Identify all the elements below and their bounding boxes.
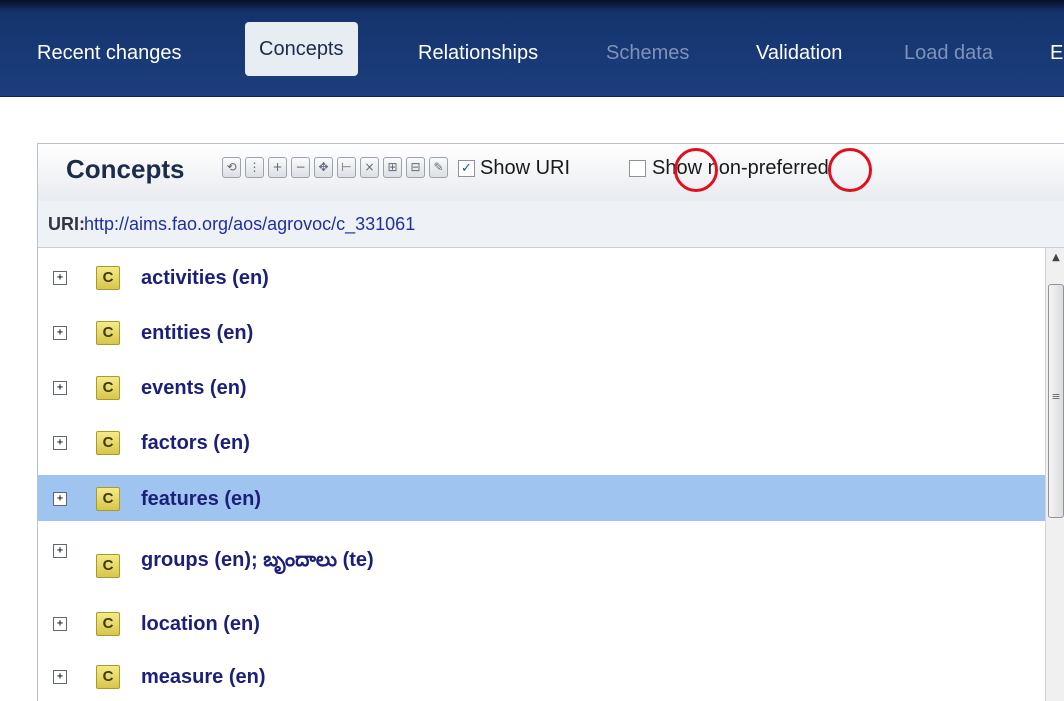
concept-badge-icon: C bbox=[96, 266, 120, 290]
expand-icon[interactable]: + bbox=[53, 326, 67, 340]
concept-badge-icon: C bbox=[96, 321, 120, 345]
tree-scrollbar[interactable]: ▲ ≡ bbox=[1045, 248, 1064, 701]
tree-row-events[interactable]: + C events (en) bbox=[38, 364, 1045, 410]
tree-row-features[interactable]: + C features (en) bbox=[38, 475, 1045, 521]
uri-bar: URI: http://aims.fao.org/aos/agrovoc/c_3… bbox=[38, 201, 1064, 248]
concept-badge-icon: C bbox=[96, 665, 120, 689]
tree-row-measure[interactable]: + C measure (en) bbox=[38, 653, 1045, 699]
tab-concepts[interactable]: Concepts bbox=[245, 22, 358, 76]
tab-recent-changes[interactable]: Recent changes bbox=[37, 30, 182, 76]
tree-row-label[interactable]: groups (en); బృందాలు (te) bbox=[141, 549, 374, 576]
uri-label: URI: bbox=[48, 214, 85, 234]
panel-title: Concepts bbox=[66, 154, 185, 184]
expand-icon[interactable]: + bbox=[53, 271, 67, 285]
expand-icon[interactable]: + bbox=[53, 670, 67, 684]
expand-icon[interactable]: + bbox=[53, 436, 67, 450]
move-icon[interactable]: ✥ bbox=[314, 157, 333, 178]
add-sibling-icon[interactable]: ⊞ bbox=[383, 157, 402, 178]
concept-badge-icon: C bbox=[96, 431, 120, 455]
annotation-circle-non-preferred bbox=[828, 148, 872, 192]
tab-export[interactable]: E bbox=[1050, 30, 1063, 76]
tree-row-label[interactable]: entities (en) bbox=[141, 322, 253, 345]
expand-icon[interactable]: + bbox=[53, 544, 67, 558]
expand-plus-icon[interactable]: + bbox=[268, 157, 287, 178]
rename-icon[interactable]: ✎ bbox=[429, 157, 448, 178]
concept-badge-icon: C bbox=[96, 554, 120, 578]
expand-icon[interactable]: + bbox=[53, 492, 67, 506]
scroll-up-arrow-icon[interactable]: ▲ bbox=[1046, 248, 1064, 268]
tree-row-label[interactable]: location (en) bbox=[141, 613, 260, 636]
tree-row-groups[interactable]: + C groups (en); బృందాలు (te) bbox=[38, 531, 1045, 591]
tree-row-label[interactable]: factors (en) bbox=[141, 432, 250, 455]
expand-icon[interactable]: + bbox=[53, 381, 67, 395]
collapse-minus-icon[interactable]: − bbox=[291, 157, 310, 178]
show-non-preferred-checkbox[interactable] bbox=[629, 160, 646, 177]
tab-relationships[interactable]: Relationships bbox=[418, 30, 538, 76]
tree-row-label[interactable]: activities (en) bbox=[141, 267, 269, 290]
delete-icon[interactable]: × bbox=[360, 157, 379, 178]
concept-badge-icon: C bbox=[96, 612, 120, 636]
refresh-icon[interactable]: ⟲ bbox=[222, 157, 241, 178]
expand-icon[interactable]: + bbox=[53, 617, 67, 631]
tree-row-label[interactable]: events (en) bbox=[141, 377, 247, 400]
show-uri-checkbox[interactable]: ✓ bbox=[458, 160, 475, 177]
concept-badge-icon: C bbox=[96, 487, 120, 511]
tree-row-label[interactable]: features (en) bbox=[141, 488, 261, 511]
add-child-icon[interactable]: ⊢ bbox=[337, 157, 356, 178]
tree-row-activities[interactable]: + C activities (en) bbox=[38, 254, 1045, 300]
remove-sibling-icon[interactable]: ⊟ bbox=[406, 157, 425, 178]
hierarchy-icon[interactable]: ⋮ bbox=[245, 157, 264, 178]
tree-row-factors[interactable]: + C factors (en) bbox=[38, 419, 1045, 465]
concepts-panel: Concepts ⟲ ⋮ + − ✥ ⊢ × ⊞ ⊟ ✎ ✓ Show URI … bbox=[37, 143, 1064, 701]
tab-validation[interactable]: Validation bbox=[756, 30, 842, 76]
concept-tree: + C activities (en) + C entities (en) + … bbox=[38, 248, 1045, 701]
tab-schemes: Schemes bbox=[606, 42, 690, 64]
tree-row-entities[interactable]: + C entities (en) bbox=[38, 309, 1045, 355]
tab-load-data: Load data bbox=[904, 42, 993, 64]
tree-row-location[interactable]: + C location (en) bbox=[38, 600, 1045, 646]
show-uri-label: Show URI bbox=[480, 157, 571, 179]
annotation-circle-uri bbox=[674, 148, 718, 192]
panel-header: Concepts ⟲ ⋮ + − ✥ ⊢ × ⊞ ⊟ ✎ ✓ Show URI … bbox=[38, 144, 1064, 202]
scroll-thumb[interactable]: ≡ bbox=[1048, 284, 1064, 518]
grip-icon: ≡ bbox=[1051, 390, 1061, 403]
tree-row-label[interactable]: measure (en) bbox=[141, 666, 266, 689]
top-nav-bar: Recent changes Concepts Relationships Sc… bbox=[0, 0, 1064, 97]
concept-badge-icon: C bbox=[96, 376, 120, 400]
uri-link[interactable]: http://aims.fao.org/aos/agrovoc/c_331061 bbox=[84, 214, 415, 235]
